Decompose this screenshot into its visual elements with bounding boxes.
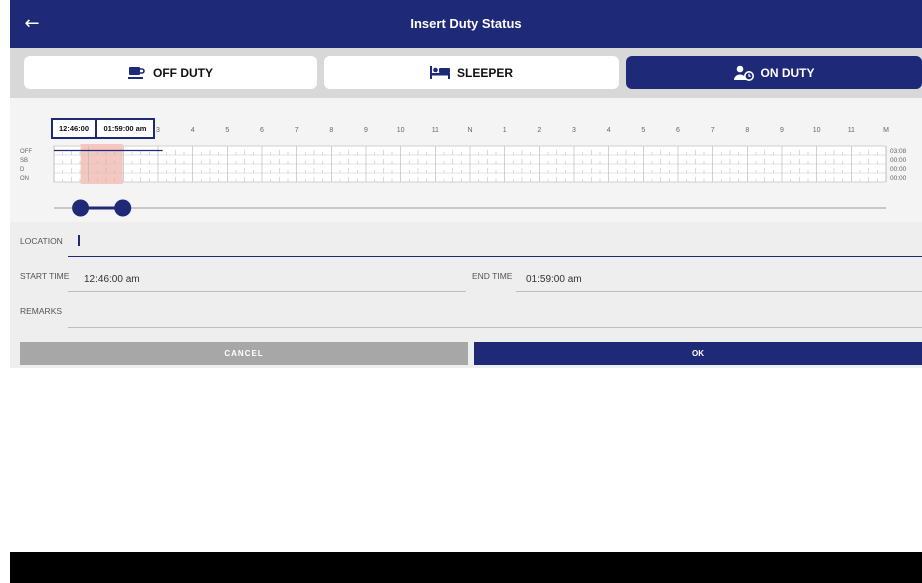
system-navigation-bar: [10, 552, 922, 583]
start-time-tooltip: 12:46:00: [51, 118, 97, 139]
row-label: OFF: [20, 149, 32, 155]
hour-label: 5: [641, 127, 645, 134]
hour-label: N: [467, 127, 472, 134]
cancel-button[interactable]: CANCEL: [20, 342, 468, 365]
sleeper-label: SLEEPER: [456, 65, 513, 80]
hour-label: 11: [432, 127, 439, 134]
hour-label: 4: [191, 127, 195, 134]
hour-label: 9: [364, 127, 368, 134]
hour-label: 3: [572, 127, 576, 134]
hour-label: 10: [397, 127, 405, 134]
hour-label: 6: [676, 127, 680, 134]
bed-icon: [429, 66, 450, 79]
row-total: 00:00: [890, 157, 907, 164]
hour-label: 1: [503, 127, 507, 134]
duty-graph-canvas[interactable]: M1234567891011N1234567891011MOFF03:08SB0…: [10, 98, 922, 222]
start-time-input[interactable]: 12:46:00 am: [84, 274, 140, 285]
hour-label: 4: [607, 127, 611, 134]
on-duty-label: ON DUTY: [760, 65, 815, 80]
ok-button[interactable]: OK: [474, 342, 922, 365]
off-duty-button[interactable]: OFF DUTY: [24, 56, 317, 89]
end-time-label: END TIME: [472, 271, 513, 281]
hour-label: 3: [156, 127, 160, 134]
remarks-label: REMARKS: [20, 306, 63, 316]
row-total: 00:00: [890, 166, 907, 173]
start-time-underline: [68, 291, 466, 292]
duty-graph: M1234567891011N1234567891011MOFF03:08SB0…: [10, 98, 922, 222]
hour-label: 5: [225, 127, 229, 134]
start-slider-handle[interactable]: [72, 199, 90, 217]
end-time-tooltip: 01:59:00 am: [95, 118, 155, 139]
app-bar: ← Insert Duty Status: [10, 0, 922, 48]
hour-label: 6: [260, 127, 264, 134]
coffee-cup-icon: [128, 66, 145, 79]
left-edge: [0, 0, 10, 583]
end-time-underline: [516, 291, 922, 292]
sleeper-button[interactable]: SLEEPER: [324, 56, 619, 89]
hour-label: 2: [537, 127, 541, 134]
hour-label: 8: [745, 127, 749, 134]
off-duty-label: OFF DUTY: [153, 65, 213, 80]
end-time-input[interactable]: 01:59:00 am: [526, 274, 582, 285]
location-underline: [68, 256, 922, 257]
insert-duty-status-screen: ← Insert Duty Status OFF DUTY SLEEPER ON…: [10, 0, 922, 583]
row-total: 00:00: [890, 175, 907, 182]
duty-status-selector: OFF DUTY SLEEPER ON DUTY: [10, 48, 922, 98]
page-title: Insert Duty Status: [410, 16, 522, 31]
duty-form: LOCATION START TIME 12:46:00 am END TIME…: [10, 222, 922, 368]
location-cursor: [78, 235, 80, 246]
remarks-underline: [68, 327, 922, 328]
empty-content-area: [10, 368, 922, 552]
row-total: 03:08: [890, 148, 907, 155]
hour-label: 7: [295, 127, 299, 134]
hour-label: 11: [848, 127, 855, 134]
location-label: LOCATION: [20, 236, 63, 246]
hour-label: 7: [711, 127, 715, 134]
end-slider-handle[interactable]: [114, 199, 132, 217]
hour-label: 8: [329, 127, 333, 134]
hour-label: M: [883, 127, 889, 134]
row-label: ON: [20, 176, 29, 182]
hour-label: 10: [813, 127, 821, 134]
on-duty-button[interactable]: ON DUTY: [626, 56, 922, 89]
person-clock-icon: [733, 65, 754, 81]
row-label: SB: [20, 158, 28, 164]
start-time-label: START TIME: [20, 271, 70, 281]
hour-label: 9: [780, 127, 784, 134]
row-label: D: [20, 167, 25, 173]
